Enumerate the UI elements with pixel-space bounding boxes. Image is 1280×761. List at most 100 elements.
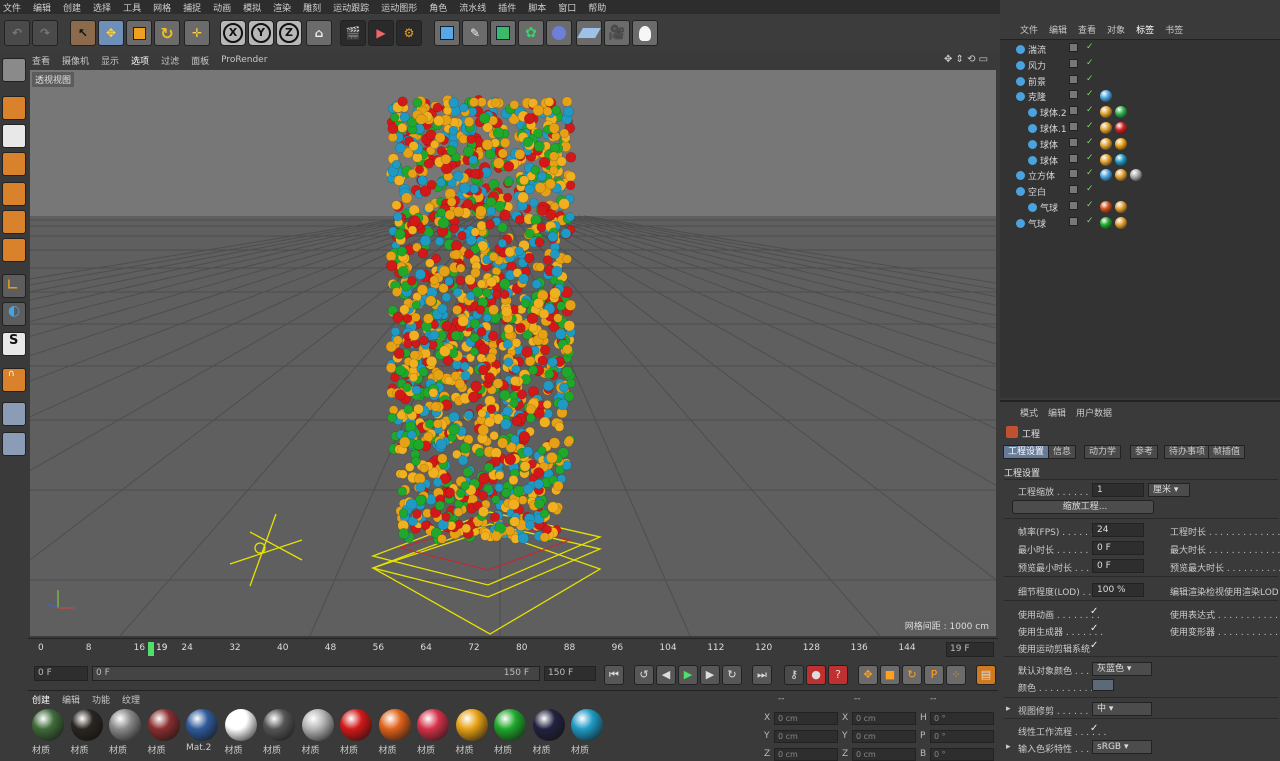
recent-tool-button[interactable]: ✛ <box>184 20 210 46</box>
attribute-menu-item[interactable]: 用户数据 <box>1076 406 1112 419</box>
visibility-toggle[interactable] <box>1069 169 1078 179</box>
viewport-menu-item[interactable]: 选项 <box>131 54 149 67</box>
coordinate-system-button[interactable]: ⌂ <box>306 20 332 46</box>
default-color-dropdown[interactable]: 灰蓝色 ▾ <box>1092 662 1152 676</box>
enabled-checkmark[interactable]: ✓ <box>1086 42 1094 52</box>
render-view-button[interactable]: 🎬 <box>340 20 366 46</box>
record-keys-button[interactable]: ⚷ <box>784 665 804 685</box>
light-button[interactable] <box>632 20 658 46</box>
visibility-toggle[interactable] <box>1069 58 1078 68</box>
make-editable-button[interactable] <box>2 58 26 82</box>
polygons-mode-button[interactable] <box>2 238 26 262</box>
material-swatch[interactable]: 材质 <box>30 709 66 756</box>
object-tag-icon[interactable] <box>1115 216 1127 229</box>
menu-item[interactable]: 流水线 <box>459 1 486 14</box>
visibility-toggle[interactable] <box>1069 153 1078 163</box>
enabled-checkmark[interactable]: ✓ <box>1086 105 1094 115</box>
viewport-menu-item[interactable]: 摄像机 <box>62 54 89 67</box>
object-row[interactable]: 气球 ✓ <box>1000 215 1280 231</box>
go-to-end-button[interactable]: ⏭ <box>752 665 772 685</box>
lod-field[interactable]: 100 % <box>1092 583 1144 597</box>
object-menu-item[interactable]: 文件 <box>1020 23 1038 36</box>
viewport-menu-item[interactable]: 显示 <box>101 54 119 67</box>
object-row[interactable]: 空白 ✓ <box>1000 183 1280 199</box>
camera-button[interactable]: 🎥 <box>604 20 630 46</box>
material-swatch[interactable]: 材质 <box>377 709 413 756</box>
coord-size-field[interactable]: 0 cm <box>852 748 916 761</box>
workplane-axis-button[interactable] <box>2 432 26 456</box>
enabled-checkmark[interactable]: ✓ <box>1086 121 1094 131</box>
menu-item[interactable]: 编辑 <box>33 1 51 14</box>
end-frame-field[interactable]: 150 F <box>544 666 596 681</box>
menu-item[interactable]: 模拟 <box>243 1 261 14</box>
object-row[interactable]: 湍流 ✓ <box>1000 41 1280 57</box>
object-row[interactable]: 球体 ✓ <box>1000 136 1280 152</box>
enabled-checkmark[interactable]: ✓ <box>1086 153 1094 163</box>
key-position-button[interactable]: ✥ <box>858 665 878 685</box>
visibility-toggle[interactable] <box>1069 185 1078 195</box>
material-swatch[interactable]: 材质 <box>261 709 297 756</box>
object-menu-item[interactable]: 对象 <box>1107 23 1125 36</box>
enabled-checkmark[interactable]: ✓ <box>1086 168 1094 178</box>
viewport-menu-item[interactable]: 过滤 <box>161 54 179 67</box>
menu-item[interactable]: 帮助 <box>588 1 606 14</box>
input-color-dropdown[interactable]: sRGB ▾ <box>1092 740 1152 754</box>
current-frame-field[interactable]: 19 F <box>946 642 994 657</box>
material-swatch[interactable]: 材质 <box>415 709 451 756</box>
object-tag-icon[interactable] <box>1100 137 1112 150</box>
key-scale-button[interactable]: ■ <box>880 665 900 685</box>
autokey-button[interactable]: ● <box>806 665 826 685</box>
view-clip-dropdown[interactable]: 中 ▾ <box>1092 702 1152 716</box>
scale-project-button[interactable]: 缩放工程... <box>1012 500 1154 514</box>
coord-position-field[interactable]: 0 cm <box>774 712 838 725</box>
object-row[interactable]: 球体 ✓ <box>1000 152 1280 168</box>
object-tag-icon[interactable] <box>1130 169 1142 182</box>
attribute-tab[interactable]: 动力学 <box>1084 445 1122 459</box>
object-row[interactable]: 球体.1 ✓ <box>1000 120 1280 136</box>
object-tag-icon[interactable] <box>1115 169 1127 182</box>
points-mode-button[interactable] <box>2 182 26 206</box>
preview-min-field[interactable]: 0 F <box>1092 559 1144 573</box>
material-swatch[interactable]: 材质 <box>223 709 259 756</box>
object-row[interactable]: 气球 ✓ <box>1000 199 1280 215</box>
object-tag-icon[interactable] <box>1100 153 1112 166</box>
cube-object-button[interactable] <box>434 20 460 46</box>
visibility-toggle[interactable] <box>1069 74 1078 84</box>
object-tag-icon[interactable] <box>1100 216 1112 229</box>
next-frame-button[interactable]: ▶ <box>700 665 720 685</box>
object-row[interactable]: 球体.2 ✓ <box>1000 104 1280 120</box>
visibility-toggle[interactable] <box>1069 106 1078 116</box>
deformer-button[interactable] <box>546 20 572 46</box>
mograph-cloner-button[interactable]: ✿ <box>518 20 544 46</box>
object-tag-icon[interactable] <box>1100 122 1112 134</box>
object-tag-icon[interactable] <box>1115 106 1127 119</box>
material-swatch[interactable]: 材质 <box>107 709 143 756</box>
go-to-start-button[interactable]: ⏮ <box>604 665 624 685</box>
object-tag-icon[interactable] <box>1100 169 1112 182</box>
scale-unit-dropdown[interactable]: 厘米 ▾ <box>1148 483 1190 497</box>
material-swatch[interactable]: 材质 <box>300 709 336 756</box>
object-row[interactable]: 前景 ✓ <box>1000 73 1280 89</box>
next-key-button[interactable]: ↻ <box>722 665 742 685</box>
redo-button[interactable]: ↷ <box>32 20 58 46</box>
object-menu-item[interactable]: 编辑 <box>1049 23 1067 36</box>
enabled-checkmark[interactable]: ✓ <box>1086 184 1094 194</box>
prev-key-button[interactable]: ↺ <box>634 665 654 685</box>
z-axis-toggle[interactable]: Z <box>276 20 302 46</box>
coord-size-field[interactable]: 0 cm <box>852 712 916 725</box>
expand-arrow-icon[interactable]: ▸ <box>1006 742 1011 752</box>
viewport-menu-item[interactable]: 查看 <box>32 54 50 67</box>
min-time-field[interactable]: 0 F <box>1092 541 1144 555</box>
visibility-toggle[interactable] <box>1069 137 1078 147</box>
menu-item[interactable]: 窗口 <box>558 1 576 14</box>
workplane-lock-button[interactable] <box>2 402 26 426</box>
attribute-menu-item[interactable]: 模式 <box>1020 406 1038 419</box>
material-swatch[interactable]: 材质 <box>531 709 567 756</box>
keyframe-selection-button[interactable]: ? <box>828 665 848 685</box>
object-row[interactable]: 立方体 ✓ <box>1000 167 1280 183</box>
material-swatch[interactable]: 材质 <box>569 709 605 756</box>
expand-arrow-icon[interactable]: ▸ <box>1006 704 1011 714</box>
object-menu-item[interactable]: 标签 <box>1136 23 1154 36</box>
menu-item[interactable]: 文件 <box>3 1 21 14</box>
key-param-button[interactable]: P <box>924 665 944 685</box>
